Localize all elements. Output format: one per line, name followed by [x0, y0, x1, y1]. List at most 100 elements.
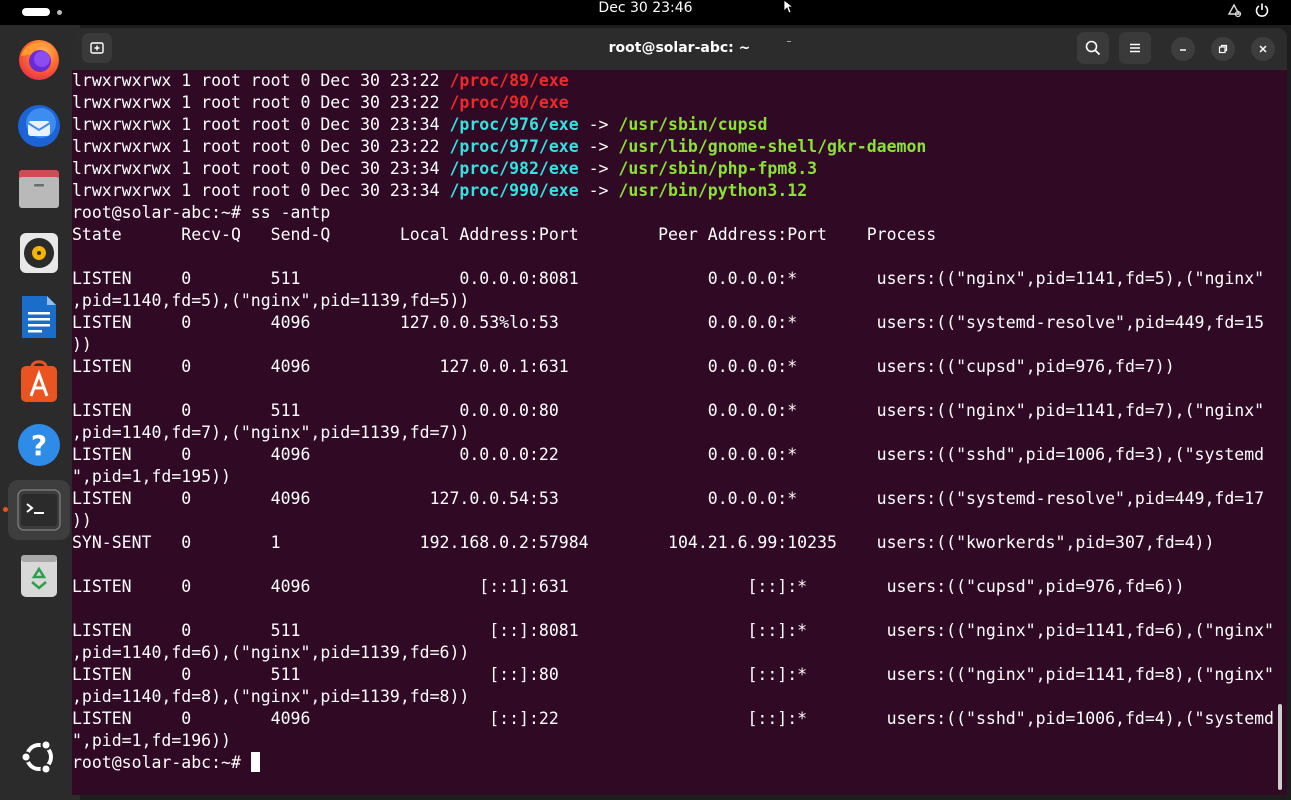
ss-output-line: LISTEN 0 4096 [::1]:631 [::]:* users:(("…: [72, 576, 1185, 598]
clock[interactable]: Dec 30 23:46: [598, 0, 692, 16]
dock-item-terminal[interactable]: [3, 480, 70, 540]
proc-exe-path: /proc/90/exe: [449, 93, 569, 112]
socket-entry: ",pid=1,fd=196)): [72, 731, 231, 750]
socket-entry: ,pid=1140,fd=7),("nginx",pid=1139,fd=7)): [72, 423, 470, 442]
dock-item-thunderbird[interactable]: [8, 95, 70, 155]
socket-entry: LISTEN 0 511 0.0.0.0:8081 0.0.0.0:* user…: [72, 269, 1265, 288]
command-line: root@solar-abc:~# ss -antp: [72, 202, 330, 224]
ls-output-line: lrwxrwxrwx 1 root root 0 Dec 30 23:34 /p…: [72, 158, 817, 180]
socket-entry: LISTEN 0 511 [::]:80 [::]:* users:(("ngi…: [72, 665, 1274, 684]
ss-output-line: LISTEN 0 4096 [::]:22 [::]:* users:(("ss…: [72, 708, 1274, 730]
thunderbird-icon: [18, 105, 60, 147]
dock-item-trash[interactable]: [8, 545, 70, 605]
proc-exe-path: /proc/976/exe: [449, 115, 579, 134]
text-cursor: [250, 752, 260, 772]
search-icon: [1085, 40, 1101, 56]
power-icon[interactable]: [1254, 2, 1270, 18]
restore-button[interactable]: [1211, 37, 1235, 61]
ls-output-line: lrwxrwxrwx 1 root root 0 Dec 30 23:22 /p…: [72, 92, 569, 114]
file-permissions: lrwxrwxrwx 1 root root 0 Dec 30 23:34: [72, 181, 450, 200]
restore-icon: [1218, 44, 1228, 54]
socket-entry: LISTEN 0 511 [::]:8081 [::]:* users:(("n…: [72, 621, 1274, 640]
symlink-arrow: ->: [578, 159, 619, 178]
file-permissions: lrwxrwxrwx 1 root root 0 Dec 30 23:22: [72, 71, 450, 90]
new-tab-icon: [90, 42, 104, 54]
dock-item-help[interactable]: ?: [8, 415, 70, 475]
socket-entry: )): [72, 335, 92, 354]
search-button[interactable]: [1077, 32, 1109, 64]
writer-icon: [22, 296, 56, 338]
minimize-button[interactable]: [1171, 37, 1195, 61]
symlink-arrow: ->: [578, 137, 619, 156]
ls-output-line: lrwxrwxrwx 1 root root 0 Dec 30 23:22 /p…: [72, 70, 569, 92]
window-title: root@solar-abc: ~: [608, 40, 751, 56]
ss-header-row: State Recv-Q Send-Q Local Address:Port P…: [72, 224, 936, 246]
socket-entry: )): [72, 511, 92, 530]
socket-entry: SYN-SENT 0 1 192.168.0.2:57984 104.21.6.…: [72, 533, 1215, 552]
dock: ?: [0, 25, 80, 800]
file-permissions: lrwxrwxrwx 1 root root 0 Dec 30 23:22: [72, 93, 450, 112]
ss-output-line: LISTEN 0 4096 127.0.0.1:631 0.0.0.0:* us…: [72, 356, 1175, 378]
title-marker: [787, 41, 791, 42]
menu-button[interactable]: [1119, 32, 1151, 64]
symlink-arrow: ->: [578, 181, 619, 200]
symlink-target: /usr/sbin/cupsd: [618, 115, 768, 134]
ls-output-line: lrwxrwxrwx 1 root root 0 Dec 30 23:34 /p…: [72, 180, 807, 202]
socket-entry: LISTEN 0 4096 127.0.0.53%lo:53 0.0.0.0:*…: [72, 313, 1265, 332]
ls-output-line: lrwxrwxrwx 1 root root 0 Dec 30 23:22 /p…: [72, 136, 926, 158]
ss-output-line: ,pid=1140,fd=7),("nginx",pid=1139,fd=7)): [72, 422, 469, 444]
ss-output-line: LISTEN 0 4096 127.0.0.54:53 0.0.0.0:* us…: [72, 488, 1264, 510]
ubuntu-logo-icon: [20, 739, 53, 775]
dock-item-firefox[interactable]: [8, 30, 70, 90]
svg-text:?: ?: [31, 429, 47, 462]
ss-output-line: )): [72, 334, 92, 356]
dock-item-show-apps[interactable]: [8, 727, 70, 787]
dock-item-app-center[interactable]: [8, 351, 70, 411]
close-button[interactable]: [1251, 37, 1275, 61]
file-permissions: lrwxrwxrwx 1 root root 0 Dec 30 23:34: [72, 159, 450, 178]
ss-output-line: LISTEN 0 4096 0.0.0.0:22 0.0.0.0:* users…: [72, 444, 1264, 466]
socket-entry: ,pid=1140,fd=5),("nginx",pid=1139,fd=5)): [72, 291, 470, 310]
ss-output-line: LISTEN 0 511 [::]:80 [::]:* users:(("ngi…: [72, 664, 1274, 686]
socket-entry: ,pid=1140,fd=8),("nginx",pid=1139,fd=8)): [72, 687, 470, 706]
rhythmbox-icon: [20, 233, 58, 273]
ss-output-line: )): [72, 510, 92, 532]
app-center-icon: [21, 360, 57, 402]
proc-exe-path: /proc/990/exe: [449, 181, 579, 200]
shell-prompt: root@solar-abc:~#: [72, 753, 251, 772]
dock-item-rhythmbox[interactable]: [8, 223, 70, 283]
trash-icon: [21, 555, 57, 597]
dock-item-writer[interactable]: [8, 287, 70, 347]
ss-output-line: ",pid=1,fd=196)): [72, 730, 231, 752]
scrollbar[interactable]: [1278, 704, 1282, 790]
files-icon: [19, 170, 59, 208]
terminal-icon: [17, 489, 61, 531]
symlink-arrow: ->: [578, 115, 619, 134]
new-tab-button[interactable]: [82, 33, 112, 63]
ss-output-line: ,pid=1140,fd=6),("nginx",pid=1139,fd=6)): [72, 642, 469, 664]
socket-entry: LISTEN 0 511 0.0.0.0:80 0.0.0.0:* users:…: [72, 401, 1265, 420]
proc-exe-path: /proc/977/exe: [449, 137, 579, 156]
proc-exe-path: /proc/89/exe: [449, 71, 569, 90]
hamburger-menu-icon: [1130, 43, 1140, 53]
socket-entry: LISTEN 0 4096 0.0.0.0:22 0.0.0.0:* users…: [72, 445, 1265, 464]
shell-command: root@solar-abc:~# ss -antp: [72, 203, 331, 222]
network-icon[interactable]: [1226, 2, 1242, 18]
file-permissions: lrwxrwxrwx 1 root root 0 Dec 30 23:34: [72, 115, 450, 134]
minimize-icon: [1180, 49, 1186, 51]
top-bar: Dec 30 23:46: [0, 0, 1291, 25]
ls-output-line: lrwxrwxrwx 1 root root 0 Dec 30 23:34 /p…: [72, 114, 767, 136]
ss-output-line: LISTEN 0 4096 127.0.0.53%lo:53 0.0.0.0:*…: [72, 312, 1264, 334]
symlink-target: /usr/bin/python3.12: [618, 181, 808, 200]
dock-item-files[interactable]: [8, 158, 70, 218]
symlink-target: /usr/lib/gnome-shell/gkr-daemon: [618, 137, 927, 156]
close-icon: [1259, 45, 1267, 53]
file-permissions: lrwxrwxrwx 1 root root 0 Dec 30 23:22: [72, 137, 450, 156]
socket-entry: LISTEN 0 4096 127.0.0.54:53 0.0.0.0:* us…: [72, 489, 1265, 508]
ss-output-line: SYN-SENT 0 1 192.168.0.2:57984 104.21.6.…: [72, 532, 1214, 554]
window-headerbar: root@solar-abc: ~: [72, 28, 1287, 70]
socket-entry: LISTEN 0 4096 [::1]:631 [::]:* users:(("…: [72, 577, 1185, 596]
clock-area: Dec 30 23:46: [0, 0, 1291, 25]
help-icon: ?: [18, 424, 60, 466]
terminal-output[interactable]: lrwxrwxrwx 1 root root 0 Dec 30 23:22 /p…: [72, 70, 1277, 795]
